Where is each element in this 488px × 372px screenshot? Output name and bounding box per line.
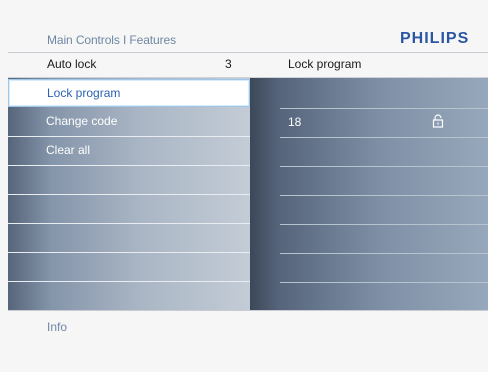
breadcrumb: Main Controls I Features [47, 33, 176, 47]
menu-item-change-code[interactable]: Change code [8, 108, 250, 137]
menu-item-empty [8, 224, 250, 253]
menu-item-label: Change code [46, 114, 118, 128]
auto-lock-value: 3 [225, 57, 232, 71]
program-row[interactable] [280, 167, 488, 196]
auto-lock-label: Auto lock [47, 57, 97, 71]
menu-item-empty [8, 166, 250, 195]
program-row[interactable]: 18 [280, 109, 488, 138]
program-number: 18 [288, 115, 302, 129]
program-row[interactable] [280, 225, 488, 254]
program-row[interactable] [280, 80, 488, 109]
menu-item-label: Clear all [46, 143, 91, 157]
program-row[interactable] [280, 254, 488, 283]
brand-logo: PHILIPS [400, 30, 470, 47]
menu-item-lock-program[interactable]: Lock program [8, 79, 250, 107]
menu-item-empty [8, 253, 250, 282]
tv-menu-screen: Main Controls I Features PHILIPS Auto lo… [0, 0, 488, 372]
footer-divider [8, 310, 488, 311]
right-panel-title: Lock program [288, 57, 362, 71]
menu-item-label: Lock program [47, 86, 121, 100]
unlocked-padlock-icon [432, 114, 444, 128]
menu-item-empty [8, 195, 250, 224]
info-label: Info [47, 320, 68, 334]
program-row[interactable] [280, 196, 488, 225]
menu-item-empty [8, 282, 250, 311]
menu-item-clear-all[interactable]: Clear all [8, 137, 250, 166]
program-row[interactable] [280, 138, 488, 167]
